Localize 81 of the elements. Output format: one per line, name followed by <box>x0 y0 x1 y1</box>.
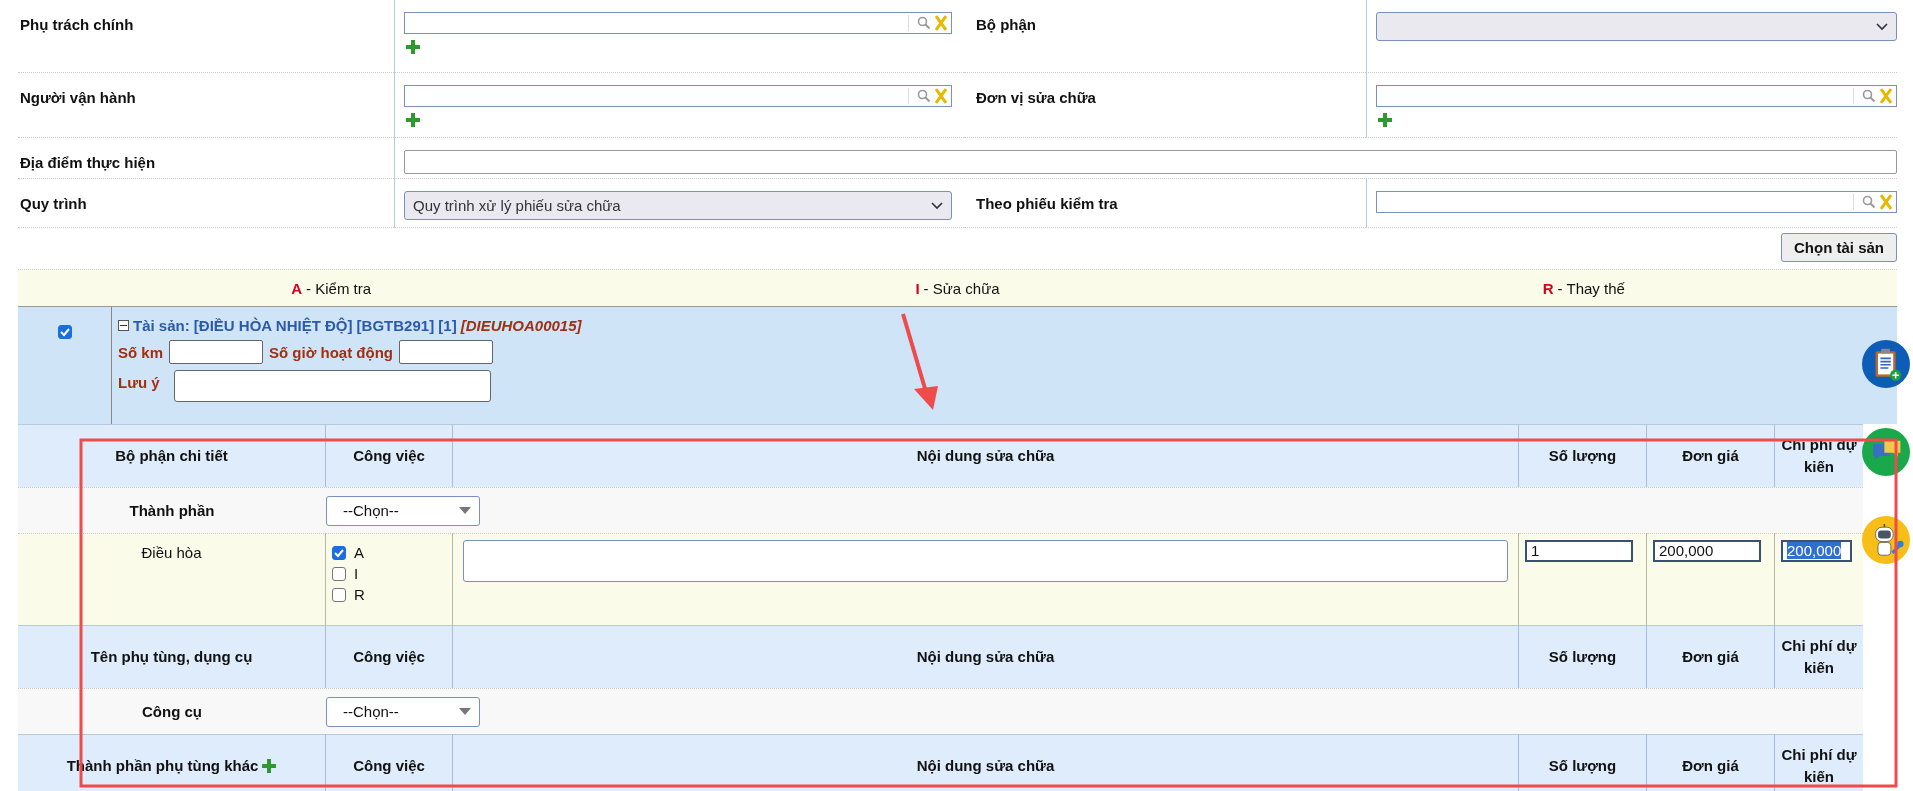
legend-code: R <box>1542 279 1554 297</box>
asset-code: [DIEUHOA00015] <box>460 317 582 334</box>
clear-icon[interactable] <box>935 15 947 31</box>
legend-label: - Sửa chữa <box>923 279 1000 297</box>
search-icon[interactable] <box>1862 195 1876 209</box>
clear-icon[interactable] <box>1880 88 1892 104</box>
asset-title: Tài sản: [ĐIỀU HÒA NHIỆT ĐỘ] [BGTB291] [1] <box>133 317 457 334</box>
search-icon[interactable] <box>917 89 931 103</box>
field-label: Quy trình <box>20 195 87 212</box>
field-label: Bộ phận <box>976 16 1036 33</box>
task-code: R <box>354 586 365 603</box>
task-code: A <box>354 544 364 561</box>
checkbox[interactable] <box>332 545 346 560</box>
task-code: I <box>354 565 359 582</box>
text-field[interactable] <box>169 340 263 364</box>
picker-label: Công cụ <box>142 703 202 720</box>
field-label: Địa điểm thực hiện <box>20 154 156 171</box>
field-label: Lưu ý <box>118 373 160 391</box>
dropdown[interactable]: --Chọn-- <box>326 495 480 526</box>
legend-label: - Kiểm tra <box>306 279 372 297</box>
field-label: Số giờ hoạt động <box>269 343 393 361</box>
lookup-field[interactable] <box>404 12 952 34</box>
column-header: Bộ phận chi tiết <box>18 424 326 487</box>
add-icon[interactable] <box>406 40 420 54</box>
column-header: Số lượng <box>1519 625 1647 688</box>
checkbox[interactable] <box>332 587 346 602</box>
picker-label: Thành phần <box>129 502 215 519</box>
quantity-field[interactable]: 1 <box>1525 540 1634 562</box>
robot-button[interactable] <box>1862 516 1910 564</box>
search-icon[interactable] <box>1862 89 1876 103</box>
column-header: Tên phụ tùng, dụng cụ <box>18 625 326 688</box>
add-icon[interactable] <box>406 113 420 127</box>
field-label: Theo phiếu kiểm tra <box>976 195 1118 212</box>
legend-code: I <box>915 279 920 297</box>
field-label: Số km <box>118 343 163 361</box>
column-header: Nội dung sửa chữa <box>453 734 1519 791</box>
column-header: Chi phí dự kiến <box>1775 734 1863 791</box>
field-label: Người vận hành <box>20 89 136 106</box>
clear-icon[interactable] <box>935 88 947 104</box>
text-field[interactable] <box>399 340 493 364</box>
lookup-field[interactable] <box>1376 191 1897 213</box>
select-field[interactable] <box>1376 12 1897 41</box>
lookup-field[interactable] <box>404 85 952 107</box>
chevron-down-icon <box>1876 22 1888 31</box>
field-label: Đơn vị sửa chữa <box>976 89 1096 106</box>
checkbox[interactable] <box>332 566 346 581</box>
caret-down-icon <box>459 507 471 514</box>
clipboard-button[interactable] <box>1862 340 1910 388</box>
text-field[interactable] <box>404 150 1897 174</box>
legend-label: - Thay thế <box>1557 279 1625 297</box>
unit-price-field[interactable]: 200,000 <box>1653 540 1762 562</box>
select-field[interactable]: Quy trình xử lý phiếu sửa chữa <box>404 191 952 220</box>
add-icon[interactable] <box>1378 113 1392 127</box>
choose-asset-button[interactable]: Chọn tài sản <box>1781 233 1897 262</box>
column-header: Số lượng <box>1519 734 1647 791</box>
part-name: Điều hòa <box>141 544 202 561</box>
column-header: Công việc <box>326 625 453 688</box>
add-icon[interactable] <box>262 759 277 773</box>
caret-down-icon <box>459 708 471 715</box>
clear-icon[interactable] <box>1880 194 1892 210</box>
field-label: Phụ trách chính <box>20 16 134 33</box>
column-header: Đơn giá <box>1647 424 1775 487</box>
column-header: Số lượng <box>1519 424 1647 487</box>
lookup-field[interactable] <box>1376 85 1897 107</box>
checkbox[interactable] <box>57 325 72 339</box>
chat-button[interactable] <box>1862 428 1910 476</box>
chevron-down-icon <box>931 201 943 210</box>
column-header: Đơn giá <box>1647 734 1775 791</box>
legend-code: A <box>291 279 303 297</box>
column-header: Công việc <box>326 424 453 487</box>
column-header: Chi phí dự kiến <box>1775 625 1863 688</box>
column-header: Nội dung sửa chữa <box>453 424 1519 487</box>
search-icon[interactable] <box>917 16 931 30</box>
collapse-icon[interactable] <box>118 320 129 331</box>
column-header: Đơn giá <box>1647 625 1775 688</box>
column-header: Công việc <box>326 734 453 791</box>
cost-field[interactable]: 200,000 <box>1781 540 1853 562</box>
dropdown[interactable]: --Chọn-- <box>326 696 480 727</box>
note-textarea[interactable] <box>173 370 491 402</box>
column-header: Nội dung sửa chữa <box>453 625 1519 688</box>
content-textarea[interactable] <box>463 540 1508 582</box>
